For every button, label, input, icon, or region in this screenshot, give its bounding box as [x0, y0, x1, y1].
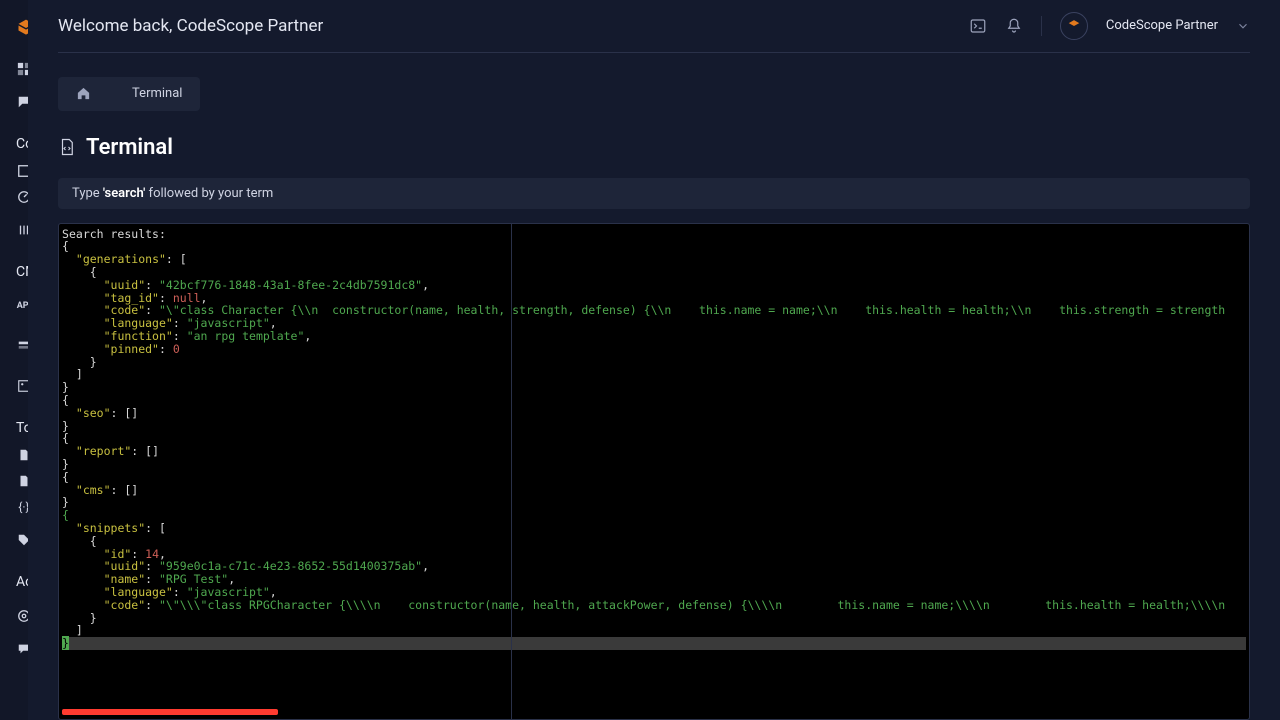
nav-section-codescope: CodeScope [0, 122, 28, 158]
braces-icon: {·} [16, 499, 28, 515]
sidebar-item-media-library[interactable]: Media Library [0, 366, 28, 406]
sidebar-item-seo[interactable]: SEO [0, 468, 28, 494]
tag-icon [16, 532, 28, 548]
sidebar-item-reporting[interactable]: Reporting [0, 442, 28, 468]
chat-icon [16, 94, 28, 110]
terminal-icon[interactable] [969, 17, 987, 35]
page-title: Terminal [58, 135, 1250, 160]
box-icon [16, 163, 28, 179]
user-name[interactable]: CodeScope Partner [1106, 18, 1218, 33]
layers-icon [16, 338, 28, 354]
topbar: Welcome back, CodeScope Partner CodeScop… [58, 0, 1250, 53]
chevron-down-icon[interactable] [1236, 19, 1250, 33]
sidebar-item-build-matrix[interactable]: Build Matrix [0, 210, 28, 250]
avatar[interactable] [1060, 12, 1088, 40]
file-code-icon [58, 137, 76, 157]
sidebar-item-tag-manager[interactable]: Tag Manager [0, 520, 28, 560]
comment-icon [16, 641, 28, 657]
terminal-output: Search results: { "generations": [ { "uu… [59, 224, 1249, 654]
sidebar-item-headless-cms[interactable]: Headless CMS [0, 326, 28, 366]
matrix-icon [16, 222, 28, 238]
sidebar-item-dashboard[interactable]: Dashboard [0, 56, 28, 82]
sidebar-item-api-explorer[interactable]: API API Explorer [0, 286, 28, 326]
bell-icon[interactable] [1005, 17, 1023, 35]
sidebar-item-feedback[interactable]: Feedback [0, 636, 28, 662]
breadcrumb-current: Terminal [108, 77, 200, 111]
image-icon [16, 378, 28, 394]
sidebar-item-snippets[interactable]: {·} Snippets [0, 494, 28, 520]
sidebar-item-development[interactable]: Development [0, 158, 28, 184]
home-icon [76, 86, 91, 101]
file-icon [16, 447, 28, 463]
search-hint: Type 'search' followed by your term [58, 178, 1250, 209]
gauge-icon [16, 189, 28, 205]
breadcrumb: Terminal [58, 77, 1250, 111]
logo[interactable]: CODESCOPE [0, 14, 28, 56]
nav-section-cms: CMS [0, 250, 28, 286]
sidebar-item-optimisation[interactable]: Optimisation [0, 184, 28, 210]
horizontal-scrollbar[interactable] [62, 709, 278, 715]
nav-section-tools: Tools [0, 406, 28, 442]
divider [1041, 16, 1042, 36]
api-icon: API [16, 298, 28, 314]
sidebar: CODESCOPE Dashboard Community ⚠ CodeScop… [0, 0, 28, 720]
terminal-window[interactable]: Search results: { "generations": [ { "uu… [58, 223, 1250, 720]
doc-icon [16, 473, 28, 489]
sidebar-item-support[interactable]: Support ⚠ [0, 596, 28, 636]
logo-icon [16, 18, 28, 38]
page-heading: Terminal [86, 135, 173, 160]
terminal-split-line [511, 224, 512, 719]
lifebuoy-icon [16, 608, 28, 624]
dashboard-icon [16, 61, 28, 77]
welcome-text: Welcome back, CodeScope Partner [58, 16, 323, 36]
nav-section-account: Account [0, 560, 28, 596]
sidebar-item-community[interactable]: Community ⚠ [0, 82, 28, 122]
main: Welcome back, CodeScope Partner CodeScop… [28, 0, 1280, 720]
breadcrumb-home[interactable] [58, 77, 108, 111]
